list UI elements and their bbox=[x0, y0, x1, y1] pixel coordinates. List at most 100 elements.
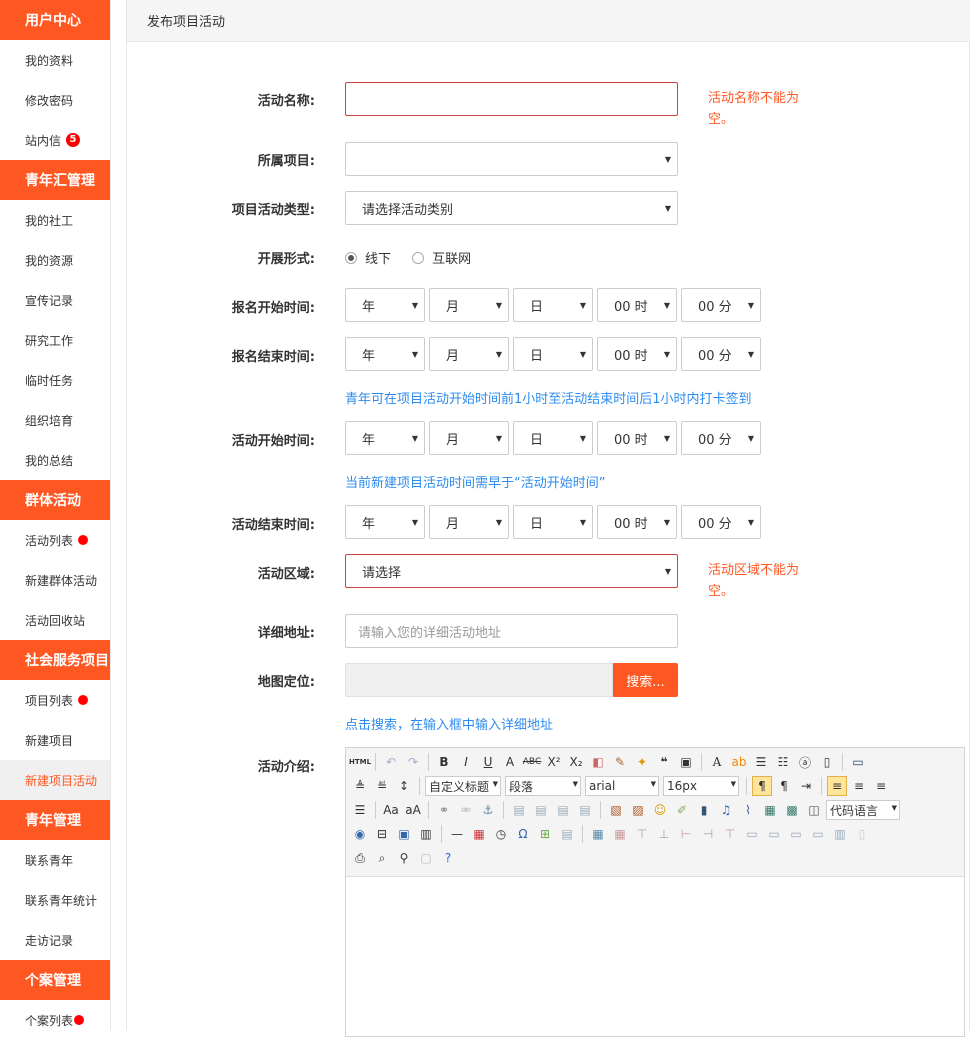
delete-row-icon[interactable]: ⊢ bbox=[676, 824, 696, 844]
horizontal-rule-icon[interactable]: — bbox=[447, 824, 467, 844]
rtl-icon[interactable]: ¶ bbox=[774, 776, 794, 796]
paste-plain-icon[interactable]: ▣ bbox=[676, 752, 696, 772]
image-icon[interactable]: ▧ bbox=[606, 800, 626, 820]
minute-select[interactable]: 00 分 ▼ bbox=[681, 505, 761, 539]
indent-icon[interactable]: ⇥ bbox=[796, 776, 816, 796]
split-cols-icon[interactable]: ▯ bbox=[852, 824, 872, 844]
subscript-icon[interactable]: X₂ bbox=[566, 752, 586, 772]
sidebar-item-change-password[interactable]: 修改密码 bbox=[0, 80, 110, 120]
align-center-icon[interactable]: ≡ bbox=[849, 776, 869, 796]
sidebar-item-my-social-workers[interactable]: 我的社工 bbox=[0, 200, 110, 240]
background-icon[interactable]: ▥ bbox=[416, 824, 436, 844]
code-language-select[interactable]: 代码语言 ▼ bbox=[826, 800, 900, 820]
italic-icon[interactable]: I bbox=[456, 752, 476, 772]
sidebar-item-visit-records[interactable]: 走访记录 bbox=[0, 920, 110, 960]
month-select[interactable]: 月 ▼ bbox=[429, 337, 509, 371]
video-icon[interactable]: ▮ bbox=[694, 800, 714, 820]
minute-select[interactable]: 00 分 ▼ bbox=[681, 337, 761, 371]
merge-down-icon[interactable]: ▭ bbox=[786, 824, 806, 844]
year-select[interactable]: 年 ▼ bbox=[345, 337, 425, 371]
insert-col-icon[interactable]: ⊣ bbox=[698, 824, 718, 844]
sidebar-item-my-resources[interactable]: 我的资源 bbox=[0, 240, 110, 280]
insert-table-icon[interactable]: ▦ bbox=[588, 824, 608, 844]
activity-name-input[interactable] bbox=[345, 82, 678, 116]
font-size-select[interactable]: 16px ▼ bbox=[663, 776, 739, 796]
eraser-icon[interactable]: ◧ bbox=[588, 752, 608, 772]
map-search-button[interactable]: 搜索... bbox=[613, 663, 678, 697]
split-rows-icon[interactable]: ▥ bbox=[830, 824, 850, 844]
year-select[interactable]: 年 ▼ bbox=[345, 505, 425, 539]
print-icon[interactable]: ⎙ bbox=[350, 848, 370, 868]
multi-image-icon[interactable]: ▨ bbox=[628, 800, 648, 820]
sidebar-item-org-cultivation[interactable]: 组织培育 bbox=[0, 400, 110, 440]
lowercase-icon[interactable]: aA bbox=[403, 800, 423, 820]
hour-select[interactable]: 00 时 ▼ bbox=[597, 288, 677, 322]
scrawl-icon[interactable]: ✐ bbox=[672, 800, 692, 820]
drafts-icon[interactable]: ▢ bbox=[416, 848, 436, 868]
anchor-icon[interactable]: ⚓ bbox=[478, 800, 498, 820]
format-brush-icon[interactable]: ✎ bbox=[610, 752, 630, 772]
sidebar-section-youth-management[interactable]: 青年管理 bbox=[0, 800, 110, 840]
sidebar-item-my-summary[interactable]: 我的总结 bbox=[0, 440, 110, 480]
help-icon[interactable]: ? bbox=[438, 848, 458, 868]
day-select[interactable]: 日 ▼ bbox=[513, 288, 593, 322]
html-source-icon[interactable]: HTML bbox=[349, 752, 371, 772]
sidebar-item-contact-youth[interactable]: 联系青年 bbox=[0, 840, 110, 880]
music-icon[interactable]: ♫ bbox=[716, 800, 736, 820]
year-select[interactable]: 年 ▼ bbox=[345, 288, 425, 322]
year-select[interactable]: 年 ▼ bbox=[345, 421, 425, 455]
sidebar-section-case-management[interactable]: 个案管理 bbox=[0, 960, 110, 1000]
unlink-icon[interactable]: ⚮ bbox=[456, 800, 476, 820]
activity-type-select[interactable]: 请选择活动类别 ▼ bbox=[345, 191, 678, 225]
font-family-select[interactable]: arial ▼ bbox=[585, 776, 659, 796]
ordered-list-icon[interactable]: ☰ bbox=[751, 752, 771, 772]
clear-doc-icon[interactable]: ▯ bbox=[817, 752, 837, 772]
map-search-input[interactable] bbox=[345, 663, 613, 697]
image-left-icon[interactable]: ▤ bbox=[531, 800, 551, 820]
hour-select[interactable]: 00 时 ▼ bbox=[597, 337, 677, 371]
sidebar-item-activity-recycle[interactable]: 活动回收站 bbox=[0, 600, 110, 640]
insert-paragraph-icon[interactable]: ⊤ bbox=[632, 824, 652, 844]
split-cells-icon[interactable]: ▭ bbox=[808, 824, 828, 844]
sidebar-section-youth-hub[interactable]: 青年汇管理 bbox=[0, 160, 110, 200]
minute-select[interactable]: 00 分 ▼ bbox=[681, 421, 761, 455]
emotion-icon[interactable]: ☺ bbox=[650, 800, 670, 820]
mode-online-radio[interactable]: 互联网 bbox=[412, 248, 471, 267]
sidebar-item-new-project-activity[interactable]: 新建项目活动 bbox=[0, 760, 110, 800]
pagebreak-icon[interactable]: ⊟ bbox=[372, 824, 392, 844]
sidebar-section-user-center[interactable]: 用户中心 bbox=[0, 0, 110, 40]
date-icon[interactable]: ▦ bbox=[469, 824, 489, 844]
month-select[interactable]: 月 ▼ bbox=[429, 421, 509, 455]
sidebar-section-group-activities[interactable]: 群体活动 bbox=[0, 480, 110, 520]
insert-row-icon[interactable]: ⊥ bbox=[654, 824, 674, 844]
image-center-icon[interactable]: ▤ bbox=[575, 800, 595, 820]
undo-icon[interactable]: ↶ bbox=[381, 752, 401, 772]
sidebar-item-case-list[interactable]: 个案列表 bbox=[0, 1000, 110, 1040]
sidebar-item-activity-list[interactable]: 活动列表 bbox=[0, 520, 110, 560]
project-select[interactable]: ▼ bbox=[345, 142, 678, 176]
gmap-icon[interactable]: ▩ bbox=[782, 800, 802, 820]
attachment-icon[interactable]: ⌇ bbox=[738, 800, 758, 820]
image-none-icon[interactable]: ▤ bbox=[509, 800, 529, 820]
address-input[interactable]: 请输入您的详细活动地址 bbox=[345, 614, 678, 648]
month-select[interactable]: 月 ▼ bbox=[429, 505, 509, 539]
search-icon[interactable]: ⚲ bbox=[394, 848, 414, 868]
link-icon[interactable]: ⚭ bbox=[434, 800, 454, 820]
blockquote-icon[interactable]: ❝ bbox=[654, 752, 674, 772]
day-select[interactable]: 日 ▼ bbox=[513, 505, 593, 539]
font-color-icon[interactable]: A bbox=[707, 752, 727, 772]
insert-frame-icon[interactable]: ◫ bbox=[804, 800, 824, 820]
sidebar-item-new-group-activity[interactable]: 新建群体活动 bbox=[0, 560, 110, 600]
row-spacing-top-icon[interactable]: ≜ bbox=[350, 776, 370, 796]
word-image-icon[interactable]: ▤ bbox=[557, 824, 577, 844]
minute-select[interactable]: 00 分 ▼ bbox=[681, 288, 761, 322]
strikethrough-icon[interactable]: ABC bbox=[522, 752, 542, 772]
uppercase-icon[interactable]: Aa bbox=[381, 800, 401, 820]
editor-body[interactable] bbox=[346, 877, 964, 1035]
delete-col-icon[interactable]: ⊤ bbox=[720, 824, 740, 844]
special-char-icon[interactable]: Ω bbox=[513, 824, 533, 844]
sidebar-item-inbox[interactable]: 站内信 5 bbox=[0, 120, 110, 160]
merge-right-icon[interactable]: ▭ bbox=[764, 824, 784, 844]
sidebar-item-my-profile[interactable]: 我的资料 bbox=[0, 40, 110, 80]
unordered-list-icon[interactable]: ☷ bbox=[773, 752, 793, 772]
